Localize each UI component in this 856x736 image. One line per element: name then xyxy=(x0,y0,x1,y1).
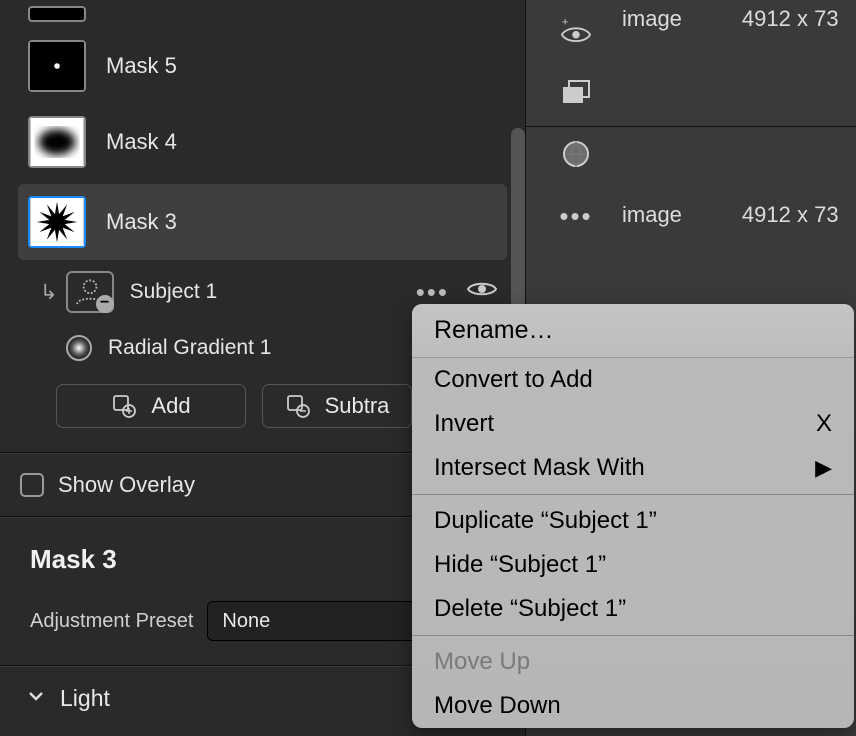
right-divider xyxy=(526,126,856,127)
ctx-separator xyxy=(412,635,854,636)
radial-gradient-label: Radial Gradient 1 xyxy=(108,336,271,360)
ctx-invert-shortcut: X xyxy=(816,410,832,438)
mask-thumb-5-icon xyxy=(28,40,86,92)
ctx-move-down[interactable]: Move Down xyxy=(412,684,854,728)
mask-thumb-partial-icon xyxy=(28,6,86,22)
ctx-duplicate[interactable]: Duplicate “Subject 1” xyxy=(412,499,854,543)
ctx-moveup-label: Move Up xyxy=(434,648,530,676)
image-label: image xyxy=(622,6,682,32)
subtract-shape-icon xyxy=(285,393,311,419)
mask-row-5[interactable]: Mask 5 xyxy=(0,28,525,104)
stack-icon[interactable] xyxy=(560,76,592,108)
mask-row-label: Mask 5 xyxy=(106,53,177,79)
subject-label: Subject 1 xyxy=(130,280,218,304)
context-menu: Rename… Convert to Add Invert X Intersec… xyxy=(412,304,854,728)
globe-icon[interactable] xyxy=(560,138,592,170)
preset-label: Adjustment Preset xyxy=(30,610,193,633)
mask-row-4[interactable]: Mask 4 xyxy=(0,104,525,180)
ctx-intersect-label: Intersect Mask With xyxy=(434,454,645,482)
ctx-invert-label: Invert xyxy=(434,410,494,438)
add-eye-icon[interactable]: + xyxy=(560,14,592,46)
submenu-arrow-icon: ▶ xyxy=(815,455,832,481)
ctx-hide-label: Hide “Subject 1” xyxy=(434,551,606,579)
ctx-duplicate-label: Duplicate “Subject 1” xyxy=(434,507,657,535)
subtract-button[interactable]: Subtra xyxy=(262,384,412,428)
radial-gradient-icon xyxy=(66,335,92,361)
light-label: Light xyxy=(60,685,110,712)
image-meta-row-2: image 4912 x 73 xyxy=(622,202,839,228)
ctx-invert[interactable]: Invert X xyxy=(412,402,854,446)
mask-row-3[interactable]: Mask 3 xyxy=(18,184,507,260)
ctx-movedown-label: Move Down xyxy=(434,692,561,720)
add-button-label: Add xyxy=(151,393,190,419)
ctx-convert-label: Convert to Add xyxy=(434,366,593,394)
ctx-intersect[interactable]: Intersect Mask With ▶ xyxy=(412,446,854,490)
chevron-down-icon xyxy=(26,685,46,712)
ctx-convert[interactable]: Convert to Add xyxy=(412,358,854,402)
subtract-button-label: Subtra xyxy=(325,393,390,419)
add-button[interactable]: Add xyxy=(56,384,246,428)
app-root: Mask 5 Mask 4 xyxy=(0,0,856,736)
ellipsis-icon[interactable]: ••• xyxy=(560,200,592,232)
mask-row-label: Mask 3 xyxy=(106,209,177,235)
indent-arrow-icon: ↳ xyxy=(40,280,58,305)
image-meta-row-1: image 4912 x 73 xyxy=(622,6,839,32)
ctx-rename[interactable]: Rename… xyxy=(412,304,854,358)
image-label: image xyxy=(622,202,682,228)
show-overlay-checkbox[interactable] xyxy=(20,473,44,497)
mask-row-partial[interactable] xyxy=(0,0,525,28)
mask-row-label: Mask 4 xyxy=(106,129,177,155)
mask-thumb-4-icon xyxy=(28,116,86,168)
image-dims: 4912 x 73 xyxy=(742,6,839,32)
ctx-delete[interactable]: Delete “Subject 1” xyxy=(412,587,854,631)
ctx-move-up: Move Up xyxy=(412,640,854,684)
subject-badge-icon: − xyxy=(66,271,114,313)
mask-thumb-3-icon xyxy=(28,196,86,248)
svg-text:+: + xyxy=(562,16,569,28)
more-icon[interactable]: ••• xyxy=(416,277,449,308)
tool-column: + ••• xyxy=(544,0,608,232)
show-overlay-label: Show Overlay xyxy=(58,472,195,498)
add-shape-icon xyxy=(111,393,137,419)
ctx-separator xyxy=(412,494,854,495)
ctx-delete-label: Delete “Subject 1” xyxy=(434,595,626,623)
preset-value: None xyxy=(222,610,270,633)
image-dims: 4912 x 73 xyxy=(742,202,839,228)
ctx-hide[interactable]: Hide “Subject 1” xyxy=(412,543,854,587)
ctx-rename-label: Rename… xyxy=(434,316,554,345)
eye-icon[interactable] xyxy=(467,278,497,306)
